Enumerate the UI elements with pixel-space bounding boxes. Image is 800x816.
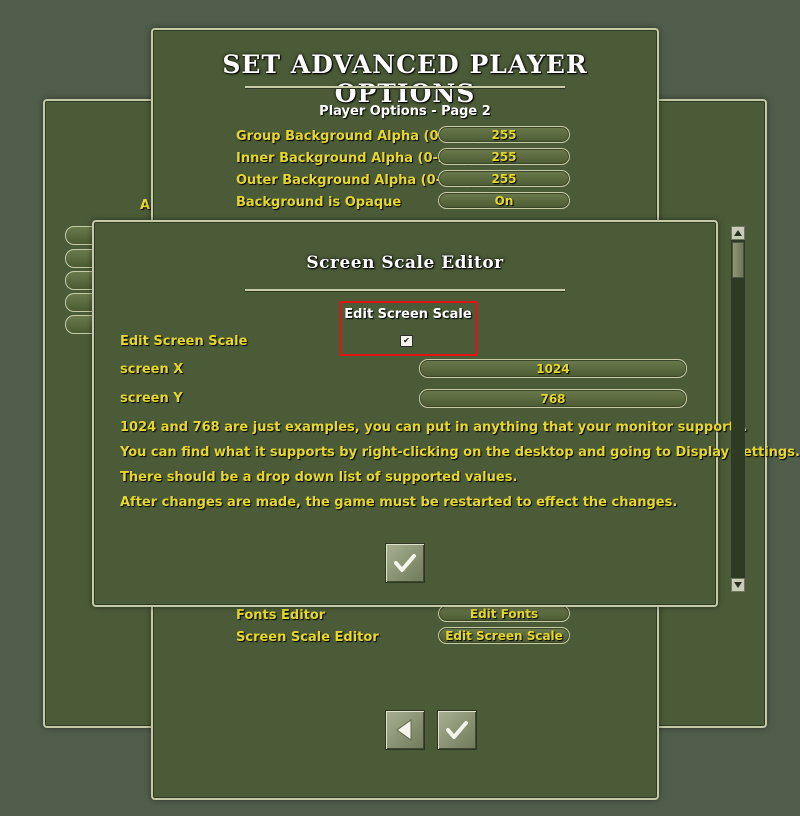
check-icon: ✔ [403,336,410,345]
screen-x-input[interactable]: 1024 [419,359,687,378]
fonts-editor-label: Fonts Editor [236,608,326,623]
title-divider [245,86,565,88]
options-scrollbar[interactable] [731,226,745,592]
group-alpha-button[interactable]: 255 [438,126,570,143]
scroll-thumb[interactable] [732,242,744,278]
screen-x-label: screen X [120,362,184,377]
inner-alpha-label: Inner Background Alpha (0-255) [236,151,471,166]
info-line: 1024 and 768 are just examples, you can … [120,420,748,435]
back-button[interactable] [385,710,425,750]
up-arrow-icon [734,230,742,236]
confirm-button[interactable] [437,710,477,750]
back-panel-heading-fragment: A [140,198,151,213]
down-arrow-icon [734,582,742,588]
screen-scale-editor-label: Screen Scale Editor [236,630,379,645]
edit-screen-scale-checkbox[interactable]: ✔ [400,335,413,347]
dialog-ok-button[interactable] [385,543,425,583]
info-line: You can find what it supports by right-c… [120,445,800,460]
edit-fonts-button[interactable]: Edit Fonts [438,605,570,622]
screen-scale-editor-dialog: Screen Scale Editor Edit Screen Scale ✔ … [92,220,800,607]
back-arrow-icon [396,719,412,741]
scroll-up-button[interactable] [731,226,745,240]
screen-y-input[interactable]: 768 [419,389,687,408]
screen-y-label: screen Y [120,391,183,406]
page-subtitle: Player Options - Page 2 [319,104,491,119]
checkmark-icon [394,554,416,572]
background-opaque-label: Background is Opaque [236,195,402,210]
background-opaque-toggle[interactable]: On [438,192,570,209]
dialog-title: Screen Scale Editor [306,253,504,273]
edit-screen-scale-label: Edit Screen Scale [120,334,248,349]
checkmark-icon [446,721,468,739]
inner-alpha-button[interactable]: 255 [438,148,570,165]
scroll-down-button[interactable] [731,578,745,592]
edit-screen-scale-button[interactable]: Edit Screen Scale [438,627,570,644]
info-line: After changes are made, the game must be… [120,495,678,510]
outer-alpha-button[interactable]: 255 [438,170,570,187]
checkbox-heading: Edit Screen Scale [344,307,472,322]
info-line: There should be a drop down list of supp… [120,470,518,485]
page-title: SET ADVANCED PLAYER OPTIONS [222,50,588,108]
dialog-divider [245,289,565,291]
